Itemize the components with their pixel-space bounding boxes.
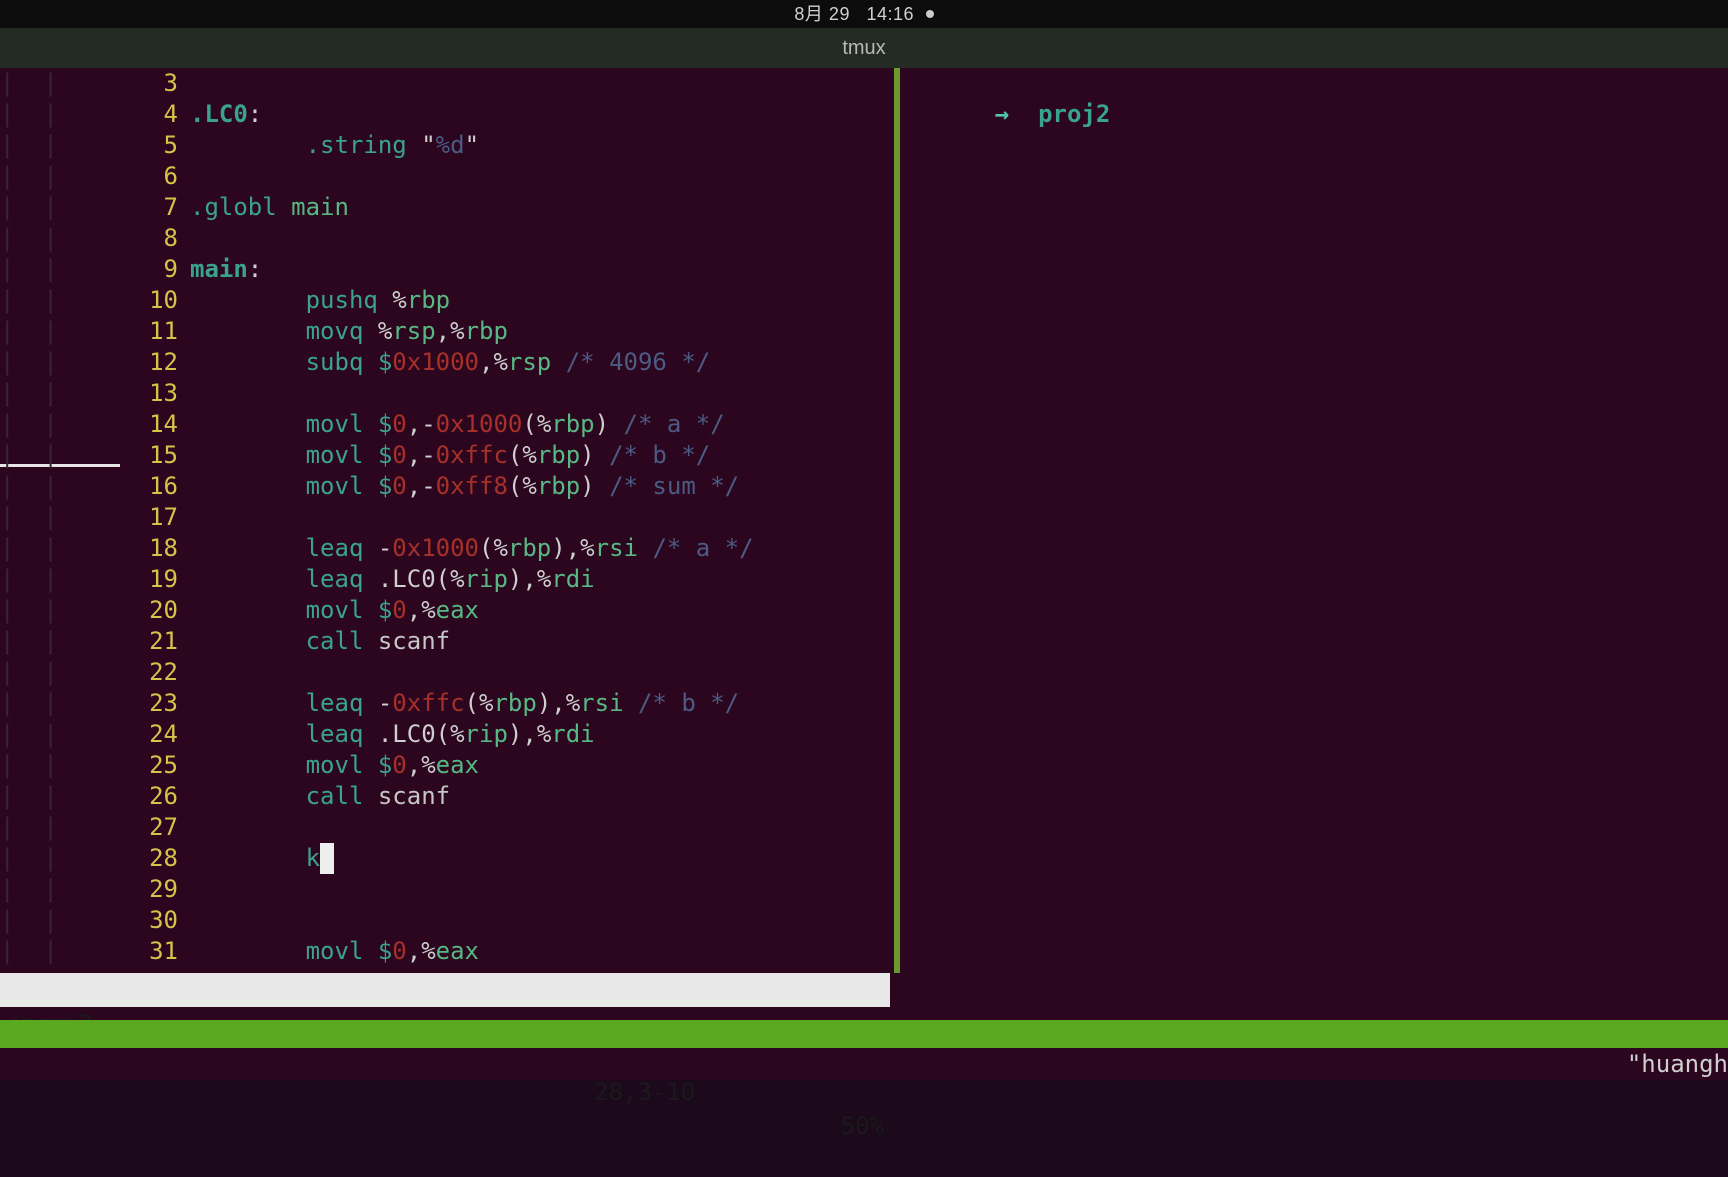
line-number: 10 (0, 285, 178, 316)
shell-cwd: proj2 (1038, 100, 1110, 128)
code-line[interactable]: movl $0,-0xffc(%rbp) /* b */ (190, 440, 710, 471)
code-line[interactable]: movl $0,%eax (190, 595, 479, 626)
code-line[interactable]: leaq -0x1000(%rbp),%rsi /* a */ (190, 533, 754, 564)
line-number: 31 (0, 936, 178, 967)
line-number: 25 (0, 750, 178, 781)
line-number: 12 (0, 347, 178, 378)
line-number: 8 (0, 223, 178, 254)
code-line[interactable]: main: (190, 254, 262, 285)
code-line[interactable]: movq %rsp,%rbp (190, 316, 508, 347)
line-number: 28 (0, 843, 178, 874)
code-line[interactable]: k (190, 843, 334, 874)
code-line[interactable]: call scanf (190, 626, 450, 657)
line-number: 17 (0, 502, 178, 533)
line-number: 26 (0, 781, 178, 812)
arrow-icon: → (995, 100, 1009, 128)
status-dot-icon (926, 10, 934, 18)
shell-prompt: → proj2 (908, 68, 1110, 161)
bottom-text: "huangh (0, 1048, 1728, 1080)
line-number: 20 (0, 595, 178, 626)
line-number: 27 (0, 812, 178, 843)
window-title: tmux (842, 37, 885, 59)
code-line[interactable]: movl $0,%eax (190, 936, 479, 967)
vim-status-bar: /proj2 a149.s [+] 28,3-10 50% (0, 973, 890, 1007)
shell-pane[interactable]: → proj2 (900, 68, 1728, 1007)
line-number: 29 (0, 874, 178, 905)
line-number: 11 (0, 316, 178, 347)
line-number: 14 (0, 409, 178, 440)
line-number: 18 (0, 533, 178, 564)
line-number: 4 (0, 99, 178, 130)
code-line[interactable]: call scanf (190, 781, 450, 812)
vim-status-position: 28,3-10 (594, 1075, 695, 1109)
line-number: 5 (0, 130, 178, 161)
code-line[interactable]: leaq .LC0(%rip),%rdi (190, 564, 595, 595)
line-number: 21 (0, 626, 178, 657)
code-line[interactable]: pushq %rbp (190, 285, 450, 316)
code-line[interactable]: movl $0,%eax (190, 750, 479, 781)
code-line[interactable]: .LC0: (190, 99, 262, 130)
line-number: 13 (0, 378, 178, 409)
line-number: 22 (0, 657, 178, 688)
line-number: 3 (0, 68, 178, 99)
line-number: 9 (0, 254, 178, 285)
line-number: 30 (0, 905, 178, 936)
line-number: 15 (0, 440, 178, 471)
code-line[interactable]: .string "%d" (190, 130, 479, 161)
line-number: 19 (0, 564, 178, 595)
system-top-bar: 8月 29 14:16 (0, 0, 1728, 28)
code-line[interactable]: movl $0,-0xff8(%rbp) /* sum */ (190, 471, 739, 502)
system-date: 8月 29 (794, 4, 850, 24)
code-line[interactable]: .globl main (190, 192, 349, 223)
code-line[interactable]: leaq -0xffc(%rbp),%rsi /* b */ (190, 688, 739, 719)
line-number: 16 (0, 471, 178, 502)
code-line[interactable]: movl $0,-0x1000(%rbp) /* a */ (190, 409, 725, 440)
code-line[interactable]: subq $0x1000,%rsp /* 4096 */ (190, 347, 710, 378)
tmux-status-bar[interactable] (0, 1020, 1728, 1048)
window-title-bar: tmux (0, 28, 1728, 68)
bottom-text-value: "huangh (1627, 1050, 1728, 1078)
system-time: 14:16 (867, 4, 915, 24)
code-line[interactable]: leaq .LC0(%rip),%rdi (190, 719, 595, 750)
line-number: 7 (0, 192, 178, 223)
vim-status-percent: 50% (841, 1109, 884, 1143)
line-number: 6 (0, 161, 178, 192)
line-number: 24 (0, 719, 178, 750)
vim-editor-pane[interactable]: | |3| |4.LC0:| |5 .string "%d"| |6| |7.g… (0, 68, 890, 973)
terminal-area: | |3| |4.LC0:| |5 .string "%d"| |6| |7.g… (0, 68, 1728, 1080)
line-number: 23 (0, 688, 178, 719)
